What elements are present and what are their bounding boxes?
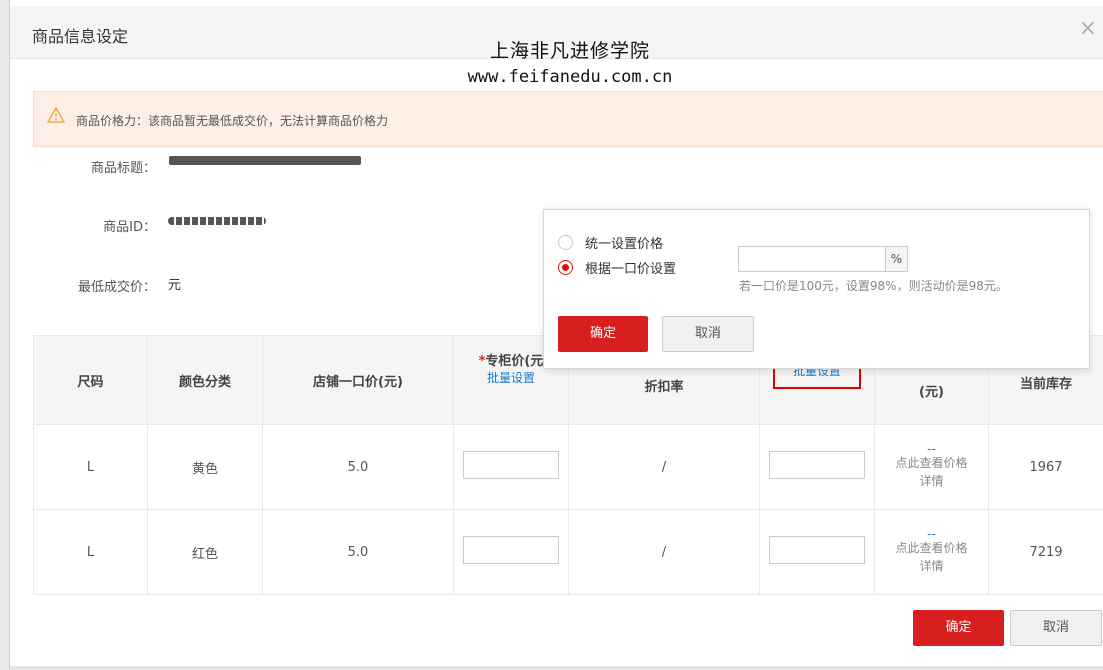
cell-discount: / [568, 424, 760, 510]
counter-price-label: 专柜价(元 [485, 354, 544, 369]
cell-stock: 7219 [988, 509, 1103, 595]
percent-input[interactable] [738, 246, 886, 272]
min-price-value: 元 [168, 278, 182, 293]
activity-price-input[interactable] [769, 451, 865, 479]
option-uniform-label: 统一设置价格 [585, 237, 664, 252]
option-by-list-price[interactable]: 根据一口价设置 [558, 258, 676, 277]
window-edge [0, 0, 10, 670]
product-id-redacted [168, 217, 266, 225]
counter-price-input[interactable] [463, 451, 559, 479]
col-size: 尺码 [33, 335, 148, 425]
activity-price-input[interactable] [769, 536, 865, 564]
warning-icon [46, 106, 66, 127]
product-id-label: 商品ID： [103, 220, 156, 235]
cell-activity-price [759, 509, 875, 595]
product-title-redacted [169, 156, 361, 165]
popup-confirm-button[interactable]: 确定 [558, 316, 648, 352]
cell-price: 5.0 [262, 509, 454, 595]
price-detail-link[interactable]: -- [875, 443, 988, 455]
min-price-label: 最低成交价： [77, 280, 156, 295]
sku-table: 尺码 颜色分类 店铺一口价(元) *专柜价(元 批量设置 折扣率 批量设置 (元… [33, 335, 1103, 595]
col-shop-price: 店铺一口价(元) [262, 335, 454, 425]
watermark-line1: 上海非凡进修学院 [489, 40, 650, 62]
price-detail-text[interactable]: 点此查看价格 [875, 454, 988, 472]
percent-hint: 若一口价是100元，设置98%，则活动价是98元。 [739, 279, 1008, 293]
option-by-list-price-label: 根据一口价设置 [585, 262, 677, 277]
dialog-bottom-edge [10, 666, 1103, 670]
cell-color: 红色 [147, 509, 263, 595]
price-detail-text[interactable]: 点此查看价格 [875, 539, 988, 557]
cell-discount: / [568, 509, 760, 595]
radio-unchecked-icon[interactable] [558, 235, 573, 250]
radio-checked-icon[interactable] [558, 260, 573, 275]
cell-color: 黄色 [147, 424, 263, 510]
table-row: L 红色 5.0 / -- 点此查看价格 详情 7219 [33, 509, 1103, 595]
counter-price-batch-link[interactable]: 批量设置 [454, 369, 568, 386]
percent-unit: % [886, 246, 908, 272]
cell-price-detail: -- 点此查看价格 详情 [874, 509, 989, 595]
cell-stock: 1967 [988, 424, 1103, 510]
product-title-label: 商品标题： [90, 161, 156, 176]
dialog-title: 商品信息设定 [32, 27, 129, 46]
alert-text: 商品价格力：该商品暂无最低成交价，无法计算商品价格力 [76, 114, 389, 128]
watermark-line2: www.feifanedu.com.cn [467, 67, 673, 87]
confirm-button[interactable]: 确定 [913, 610, 1004, 646]
popup-cancel-button[interactable]: 取消 [662, 316, 754, 352]
table-row: L 黄色 5.0 / -- 点此查看价格 详情 1967 [33, 424, 1103, 510]
batch-setting-popup: 统一设置价格 根据一口价设置 % 若一口价是100元，设置98%，则活动价是98… [543, 209, 1090, 369]
price-detail-text-2[interactable]: 详情 [875, 472, 988, 490]
price-detail-text-2[interactable]: 详情 [875, 557, 988, 575]
cell-size: L [33, 424, 148, 510]
close-icon[interactable]: × [1079, 16, 1097, 41]
price-detail-link[interactable]: -- [875, 528, 988, 540]
option-uniform-price[interactable]: 统一设置价格 [558, 233, 663, 252]
cell-size: L [33, 509, 148, 595]
cancel-button[interactable]: 取消 [1010, 610, 1102, 646]
cell-price: 5.0 [262, 424, 454, 510]
cell-counter-price [453, 424, 569, 510]
cell-activity-price [759, 424, 875, 510]
counter-price-input[interactable] [463, 536, 559, 564]
cell-price-detail: -- 点此查看价格 详情 [874, 424, 989, 510]
price-alert: 商品价格力：该商品暂无最低成交价，无法计算商品价格力 [33, 91, 1103, 147]
col-color: 颜色分类 [147, 335, 263, 425]
cell-counter-price [453, 509, 569, 595]
dialog: 商品信息设定 × 上海非凡进修学院 www.feifanedu.com.cn 商… [0, 0, 1103, 670]
watermark: 上海非凡进修学院 www.feifanedu.com.cn [420, 36, 720, 87]
